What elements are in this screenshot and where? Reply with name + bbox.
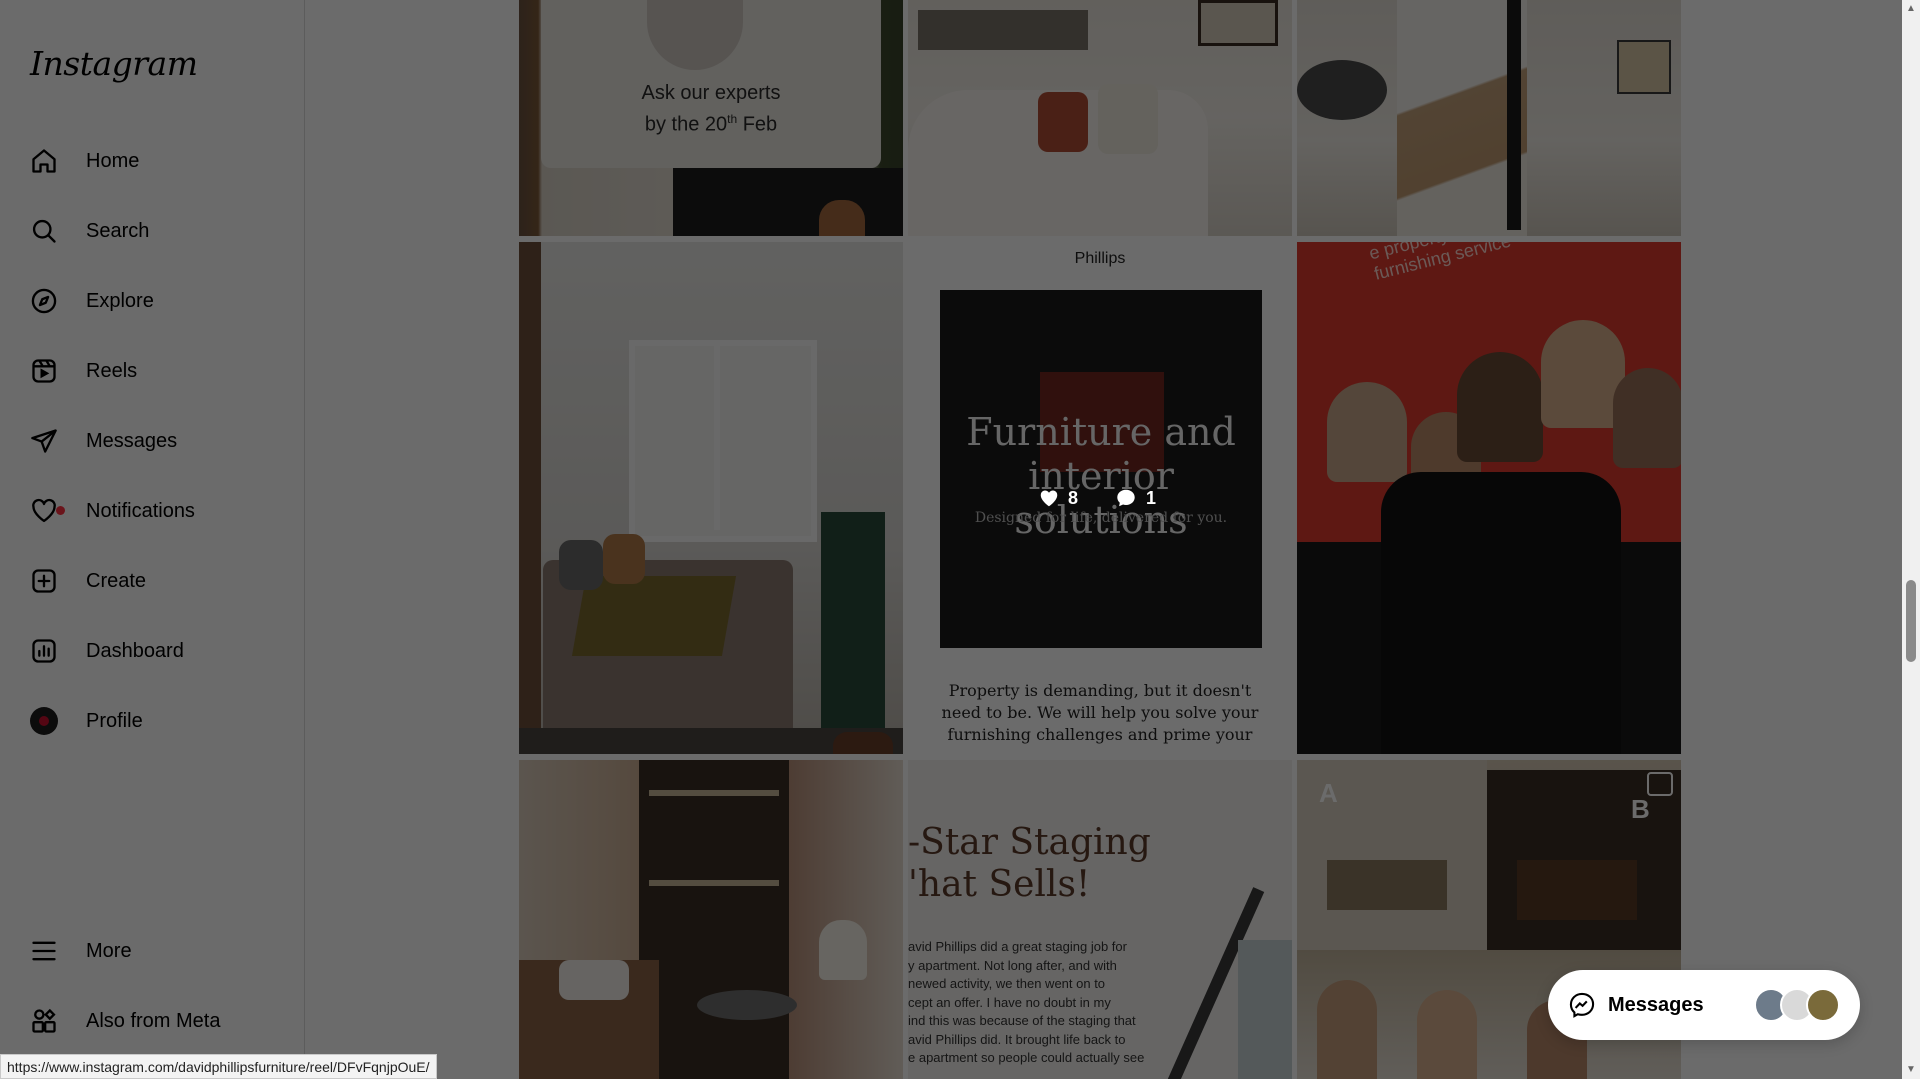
scrollbar[interactable]: ▲ ▼ <box>1902 0 1920 1079</box>
post-caption-line: by the 20 <box>644 113 728 136</box>
post-body-line: need to be. We will help you solve your <box>941 703 1259 722</box>
notification-dot <box>56 506 65 515</box>
home-icon <box>32 149 56 173</box>
sidebar-item-label: More <box>86 939 132 962</box>
post-tile-8[interactable]: -Star Staging 'hat Sells! avid Phillips … <box>908 760 1292 1079</box>
scroll-down-arrow-icon[interactable]: ▼ <box>1906 1065 1916 1075</box>
scrollbar-thumb[interactable] <box>1906 580 1916 662</box>
scroll-up-arrow-icon[interactable]: ▲ <box>1906 4 1916 14</box>
sidebar-item-notifications[interactable]: Notifications <box>18 482 288 540</box>
meta-apps-icon <box>32 1008 56 1033</box>
hamburger-icon <box>32 941 56 961</box>
post-caption-line: Feb <box>737 113 778 136</box>
reel-icon <box>1647 772 1673 796</box>
post-body-line: avid Phillips did a great staging job fo… <box>908 939 1127 954</box>
messenger-icon <box>1569 992 1595 1018</box>
sidebar-item-reels[interactable]: Reels <box>18 342 288 400</box>
sidebar: Instagram Home Search Explore Reels Mess… <box>0 0 305 1079</box>
comments-stat: 1 <box>1114 487 1156 509</box>
profile-post-grid: Ask our experts by the 20th Feb Phillips… <box>519 0 1683 1079</box>
sidebar-item-also-from-meta[interactable]: Also from Meta <box>18 992 288 1050</box>
comment-filled-icon <box>1117 489 1135 507</box>
sidebar-item-label: Explore <box>86 289 154 312</box>
post-label-a: A <box>1319 778 1338 808</box>
sidebar-item-label: Notifications <box>86 499 195 522</box>
instagram-logo[interactable]: Instagram <box>30 44 198 83</box>
avatar <box>1806 988 1840 1022</box>
messages-floating-button[interactable]: Messages <box>1548 970 1860 1040</box>
sidebar-item-home[interactable]: Home <box>18 132 288 190</box>
post-body-line: newed activity, we then went on to <box>908 976 1106 991</box>
sidebar-item-label: Messages <box>86 429 178 452</box>
sidebar-item-label: Reels <box>86 359 138 382</box>
post-subheading: Designed for life, delivered for you. <box>974 510 1228 526</box>
reels-icon <box>32 359 56 383</box>
post-body-line: furnishing challenges and prime your <box>947 725 1253 744</box>
heart-icon <box>32 498 56 523</box>
post-label-b: B <box>1631 794 1650 824</box>
plus-square-icon <box>32 569 56 593</box>
post-tile-2[interactable] <box>908 0 1292 236</box>
sidebar-item-profile[interactable]: Profile <box>18 692 288 750</box>
post-tile-6[interactable]: e property market's premier furnishing s… <box>1297 242 1681 754</box>
post-caption-line: Ask our experts <box>641 82 781 104</box>
sidebar-item-label: Dashboard <box>86 639 184 662</box>
post-tile-3[interactable] <box>1297 0 1681 236</box>
post-heading-line: -Star Staging <box>908 822 1151 863</box>
sidebar-item-more[interactable]: More <box>18 922 288 980</box>
compass-icon <box>31 288 57 314</box>
sidebar-item-label: Create <box>86 569 147 592</box>
post-brand-text: Phillips <box>1074 250 1126 267</box>
post-body-line: e apartment so people could actually see <box>908 1050 1145 1065</box>
sidebar-item-label: Also from Meta <box>86 1009 221 1032</box>
sidebar-item-explore[interactable]: Explore <box>18 272 288 330</box>
paper-plane-icon <box>31 429 57 453</box>
dashboard-icon <box>32 639 56 663</box>
post-tile-4[interactable] <box>519 242 903 754</box>
post-hover-stats: 8 1 <box>1038 487 1156 509</box>
post-heading-line: Furniture and <box>966 410 1236 454</box>
sidebar-item-messages[interactable]: Messages <box>18 412 288 470</box>
heart-filled-icon <box>1040 490 1058 507</box>
sidebar-item-create[interactable]: Create <box>18 552 288 610</box>
avatar <box>30 707 58 735</box>
post-body-line: Property is demanding, but it doesn't <box>948 681 1252 700</box>
post-tile-1[interactable]: Ask our experts by the 20th Feb <box>519 0 903 236</box>
sidebar-item-label: Profile <box>86 709 143 732</box>
sidebar-item-search[interactable]: Search <box>18 202 288 260</box>
post-body-line: avid Phillips did. It brought life back … <box>908 1031 1126 1047</box>
search-icon <box>32 219 56 243</box>
post-body-line: y apartment. Not long after, and with <box>908 957 1117 973</box>
comments-count: 1 <box>1146 487 1157 508</box>
sidebar-item-label: Home <box>86 149 140 172</box>
likes-stat: 8 <box>1038 487 1078 509</box>
likes-count: 8 <box>1068 487 1079 508</box>
post-tile-7[interactable] <box>519 760 903 1079</box>
sidebar-item-dashboard[interactable]: Dashboard <box>18 622 288 680</box>
post-body-line: cept an offer. I have no doubt in my <box>908 994 1111 1010</box>
post-body-line: ind this was because of the staging that <box>908 1013 1136 1028</box>
browser-status-url: https://www.instagram.com/davidphillipsf… <box>0 1054 437 1079</box>
sidebar-item-label: Search <box>86 219 150 242</box>
post-heading-line: 'hat Sells! <box>908 864 1091 905</box>
messages-pill-label: Messages <box>1608 993 1704 1016</box>
post-caption-sup: th <box>727 112 738 126</box>
